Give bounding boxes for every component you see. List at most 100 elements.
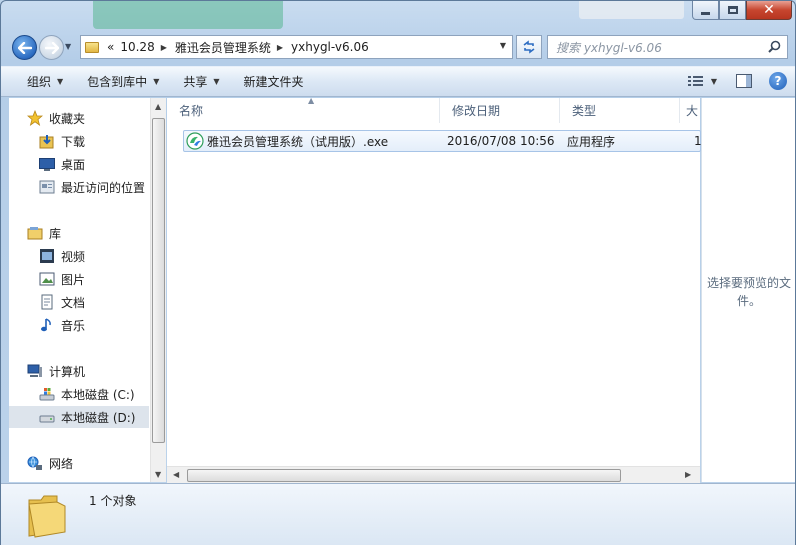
- nav-network-label: 网络: [49, 456, 74, 471]
- chevron-right-icon[interactable]: ▶: [161, 43, 167, 52]
- address-row: ▼ « 10.28 ▶ 雅迅会员管理系统 ▶ yxhygl-v6.06 ▼ 搜索…: [1, 31, 795, 63]
- share-button[interactable]: 共享 ▼: [171, 70, 231, 94]
- app-icon: [186, 131, 204, 151]
- file-list-horizontal-scrollbar[interactable]: ◀ ▶: [167, 466, 700, 483]
- help-button[interactable]: ?: [769, 72, 787, 90]
- address-bar[interactable]: « 10.28 ▶ 雅迅会员管理系统 ▶ yxhygl-v6.06 ▼: [80, 35, 513, 59]
- breadcrumb-yaxun[interactable]: 雅迅会员管理系统: [175, 39, 271, 56]
- desktop-icon: [39, 156, 55, 172]
- breadcrumb-overflow[interactable]: «: [107, 40, 114, 54]
- search-icon[interactable]: [768, 40, 781, 53]
- file-list-pane: ▲ 名称 修改日期 类型 大 雅迅会员管理系统（试用版）.exe 2016/07…: [167, 96, 702, 483]
- title-bar[interactable]: ✕: [1, 1, 795, 29]
- file-name: 雅迅会员管理系统（试用版）.exe: [207, 134, 389, 149]
- nav-drive-c[interactable]: 本地磁盘 (C:): [9, 383, 149, 405]
- nav-network[interactable]: 网络: [9, 452, 149, 474]
- column-header-size[interactable]: 大: [680, 98, 700, 123]
- scroll-up-arrow[interactable]: ▲: [155, 102, 161, 111]
- nav-pane-scroll-thumb[interactable]: [152, 118, 165, 443]
- item-count: 1 个对象: [89, 494, 137, 508]
- share-label: 共享: [183, 75, 208, 89]
- close-button[interactable]: ✕: [746, 1, 792, 20]
- nav-drive-d[interactable]: 本地磁盘 (D:): [9, 406, 149, 428]
- preview-pane-button[interactable]: [733, 70, 755, 92]
- scroll-left-arrow[interactable]: ◀: [173, 470, 179, 479]
- column-type-label: 类型: [572, 104, 597, 118]
- refresh-button[interactable]: [516, 35, 542, 59]
- nav-desktop-label: 桌面: [61, 157, 86, 172]
- library-icon: [27, 225, 43, 241]
- nav-pane-scrollbar[interactable]: ▲ ▼: [150, 98, 166, 482]
- scroll-down-arrow[interactable]: ▼: [155, 470, 161, 479]
- change-view-button[interactable]: [685, 70, 707, 92]
- picture-icon: [39, 271, 55, 287]
- organize-label: 组织: [27, 75, 52, 89]
- nav-downloads-label: 下载: [61, 134, 86, 149]
- minimize-button[interactable]: [692, 1, 719, 20]
- document-icon: [39, 294, 55, 310]
- recent-pages-dropdown[interactable]: ▼: [65, 42, 71, 51]
- drive-icon: [39, 409, 55, 425]
- file-row[interactable]: 雅迅会员管理系统（试用版）.exe 2016/07/08 10:56 应用程序 …: [183, 130, 702, 152]
- breadcrumb-current[interactable]: yxhygl-v6.06: [291, 40, 369, 54]
- chevron-down-icon: ▼: [153, 77, 160, 86]
- nav-favorites[interactable]: 收藏夹: [9, 107, 149, 129]
- nav-music[interactable]: 音乐: [9, 314, 149, 336]
- column-header-name[interactable]: 名称: [167, 98, 440, 123]
- chevron-down-icon: ▼: [213, 77, 220, 86]
- navigation-pane: 收藏夹 下载 桌面 最近访问的位置 库 视频 图片 文档 音乐 计算机 本地磁盘…: [9, 98, 166, 482]
- nav-computer[interactable]: 计算机: [9, 360, 149, 382]
- nav-desktop[interactable]: 桌面: [9, 153, 149, 175]
- view-options-dropdown[interactable]: ▼: [711, 77, 717, 86]
- new-folder-label: 新建文件夹: [243, 75, 304, 89]
- file-date: 2016/07/08 10:56: [447, 134, 555, 148]
- column-header-date[interactable]: 修改日期: [440, 98, 560, 123]
- network-icon: [27, 455, 43, 471]
- background-window-fragment: [93, 1, 283, 29]
- nav-pictures[interactable]: 图片: [9, 268, 149, 290]
- recent-places-icon: [39, 179, 55, 195]
- maximize-icon: [727, 6, 738, 14]
- column-size-label: 大: [686, 104, 699, 118]
- new-folder-button[interactable]: 新建文件夹: [232, 70, 316, 94]
- nav-downloads[interactable]: 下载: [9, 130, 149, 152]
- nav-recent-places[interactable]: 最近访问的位置: [9, 176, 149, 198]
- search-input[interactable]: 搜索 yxhygl-v6.06: [547, 35, 788, 59]
- folder-icon: [27, 492, 67, 538]
- star-icon: [27, 110, 43, 126]
- nav-favorites-label: 收藏夹: [49, 111, 86, 126]
- background-window-fragment-2: [579, 1, 684, 19]
- back-button[interactable]: [12, 35, 37, 60]
- horizontal-scroll-thumb[interactable]: [187, 469, 621, 482]
- breadcrumb-10-28[interactable]: 10.28: [120, 40, 154, 54]
- column-header-type[interactable]: 类型: [560, 98, 680, 123]
- folder-icon: [85, 41, 99, 53]
- chevron-right-icon[interactable]: ▶: [277, 43, 283, 52]
- include-in-library-label: 包含到库中: [87, 75, 148, 89]
- address-history-dropdown[interactable]: ▼: [500, 41, 506, 50]
- minimize-icon: [701, 11, 710, 15]
- forward-button[interactable]: [39, 35, 64, 60]
- scroll-right-arrow[interactable]: ▶: [685, 470, 691, 479]
- arrow-right-icon: [44, 41, 59, 54]
- nav-libraries[interactable]: 库: [9, 222, 149, 244]
- help-icon: ?: [774, 74, 782, 88]
- downloads-folder-icon: [39, 133, 55, 149]
- view-list-icon: [687, 76, 703, 86]
- nav-documents[interactable]: 文档: [9, 291, 149, 313]
- nav-drive-d-label: 本地磁盘 (D:): [61, 410, 136, 425]
- organize-button[interactable]: 组织 ▼: [15, 70, 75, 94]
- command-bar: 组织 ▼ 包含到库中 ▼ 共享 ▼ 新建文件夹 ▼ ?: [1, 66, 795, 97]
- preview-pane-icon: [736, 74, 752, 88]
- refresh-icon: [523, 40, 535, 54]
- preview-pane: 选择要预览的文件。: [701, 98, 795, 482]
- video-icon: [39, 248, 55, 264]
- nav-computer-label: 计算机: [49, 364, 86, 379]
- maximize-button[interactable]: [719, 1, 746, 20]
- nav-videos-label: 视频: [61, 249, 86, 264]
- nav-pictures-label: 图片: [61, 272, 86, 287]
- include-in-library-button[interactable]: 包含到库中 ▼: [75, 70, 171, 94]
- arrow-left-icon: [17, 41, 32, 54]
- column-date-label: 修改日期: [452, 104, 501, 118]
- nav-videos[interactable]: 视频: [9, 245, 149, 267]
